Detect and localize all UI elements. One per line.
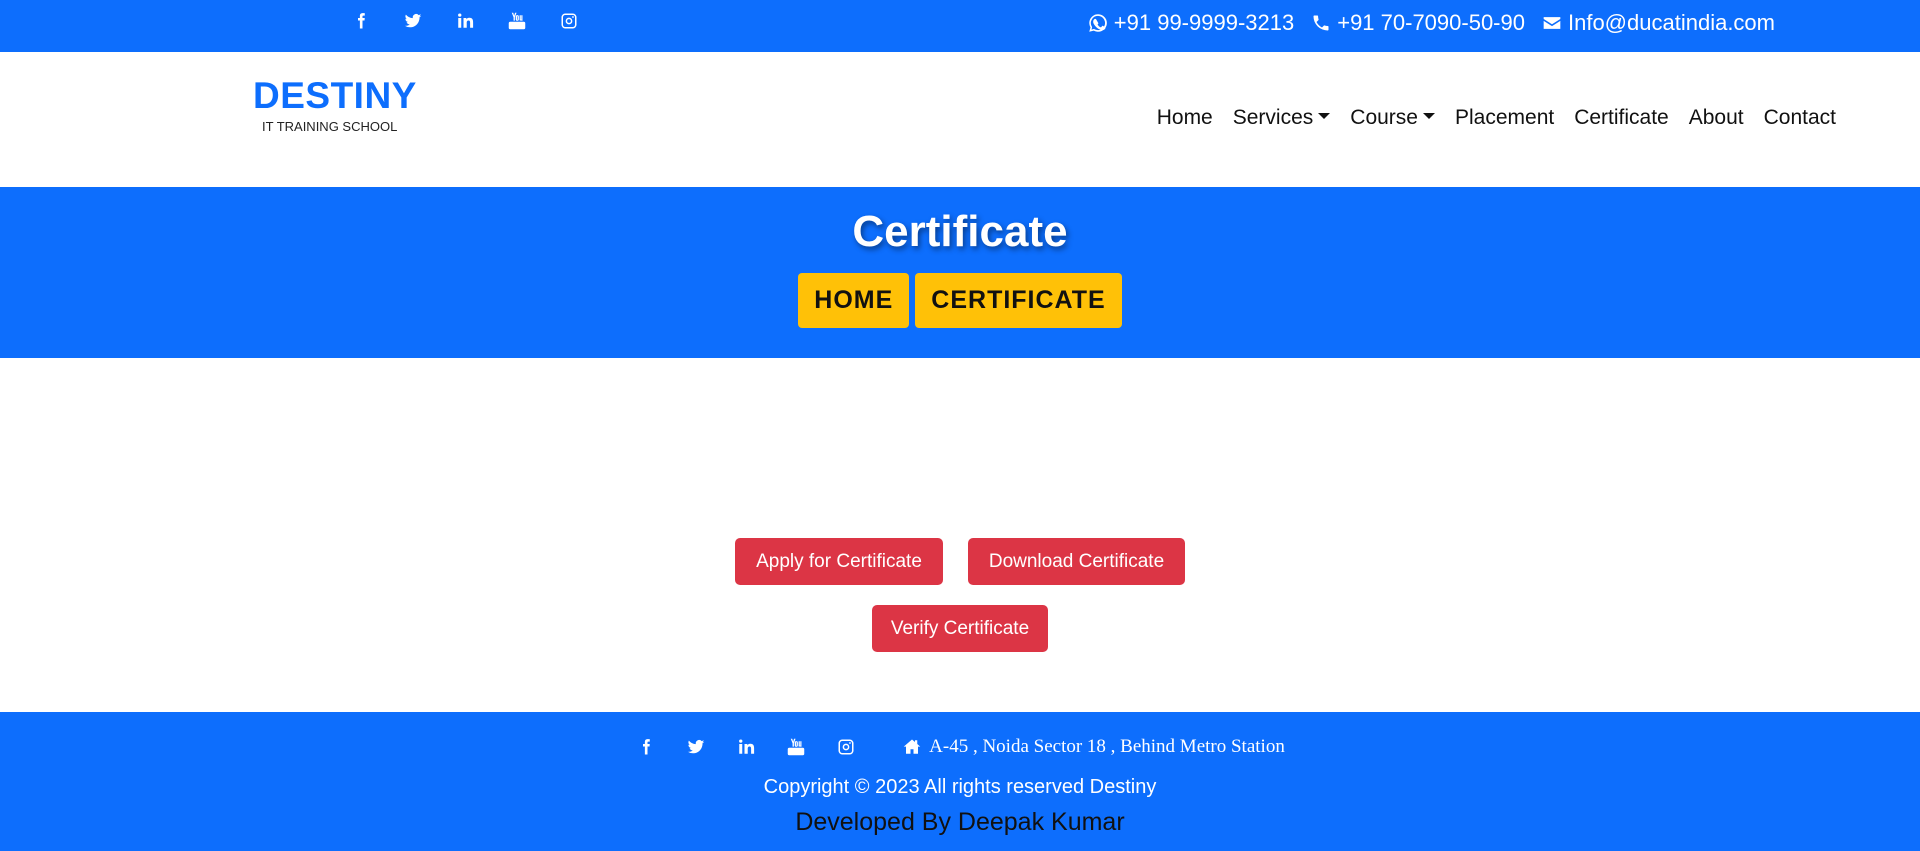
phone-contact[interactable]: +91 70-7090-50-90 [1310,10,1525,36]
nav-home[interactable]: Home [1157,106,1213,130]
footer-address: A-45 , Noida Sector 18 , Behind Metro St… [901,736,1285,758]
footer-address-text: A-45 , Noida Sector 18 , Behind Metro St… [929,736,1285,757]
caret-down-icon [1422,113,1435,119]
page-title: Certificate [852,207,1068,256]
footer-developer-credit: Developed By Deepak Kumar [795,808,1125,836]
nav-contact[interactable]: Contact [1764,106,1836,130]
nav-placement[interactable]: Placement [1455,106,1554,130]
breadcrumb-current: CERTIFICATE [915,273,1122,328]
youtube-icon[interactable] [785,736,807,758]
footer: A-45 , Noida Sector 18 , Behind Metro St… [0,712,1920,851]
nav-about[interactable]: About [1689,106,1744,130]
facebook-icon[interactable] [635,736,657,758]
email-contact[interactable]: Info@ducatindia.com [1541,10,1775,36]
brand-name: DESTINY [253,75,417,116]
verify-certificate-button[interactable]: Verify Certificate [872,605,1048,652]
whatsapp-icon [1087,12,1109,34]
phone-number-2: +91 70-7090-50-90 [1337,10,1525,35]
caret-down-icon [1318,113,1331,119]
linkedin-icon[interactable] [735,736,757,758]
footer-social-row: A-45 , Noida Sector 18 , Behind Metro St… [0,736,1920,758]
facebook-icon[interactable] [350,10,372,32]
breadcrumb: HOME CERTIFICATE [0,273,1920,328]
brand-tagline: IT TRAINING SCHOOL [262,119,398,134]
home-icon [901,736,923,758]
nav-services-label: Services [1232,106,1314,129]
twitter-icon[interactable] [402,10,424,32]
linkedin-icon[interactable] [454,10,476,32]
top-social-links [350,10,580,32]
brand-logo[interactable]: DESTINY IT TRAINING SCHOOL [253,75,417,134]
apply-certificate-button[interactable]: Apply for Certificate [735,538,943,585]
top-bar: +91 99-9999-3213 +91 70-7090-50-90 Info@… [0,0,1920,52]
envelope-icon [1541,12,1563,34]
instagram-icon[interactable] [558,10,580,32]
email-address: Info@ducatindia.com [1567,10,1775,35]
breadcrumb-home[interactable]: HOME [798,273,910,328]
youtube-icon[interactable] [506,10,528,32]
whatsapp-contact[interactable]: +91 99-9999-3213 [1087,10,1294,36]
navbar: DESTINY IT TRAINING SCHOOL Home Services… [0,52,1920,187]
phone-icon [1310,12,1332,34]
instagram-icon[interactable] [835,736,857,758]
nav-services-dropdown[interactable]: Services [1233,106,1331,130]
download-certificate-button[interactable]: Download Certificate [968,538,1185,585]
top-contact-info: +91 99-9999-3213 +91 70-7090-50-90 Info@… [1087,10,1775,36]
main-nav: Home Services Course Placement Certifica… [1157,106,1836,130]
twitter-icon[interactable] [685,736,707,758]
page-banner: Certificate HOME CERTIFICATE [0,187,1920,358]
phone-number-1: +91 99-9999-3213 [1113,10,1295,35]
certificate-actions: Apply for Certificate Download Certifica… [0,358,1920,712]
nav-certificate[interactable]: Certificate [1574,106,1669,130]
footer-copyright: Copyright © 2023 All rights reserved Des… [763,776,1157,798]
nav-course-label: Course [1350,106,1418,129]
nav-course-dropdown[interactable]: Course [1350,106,1435,130]
